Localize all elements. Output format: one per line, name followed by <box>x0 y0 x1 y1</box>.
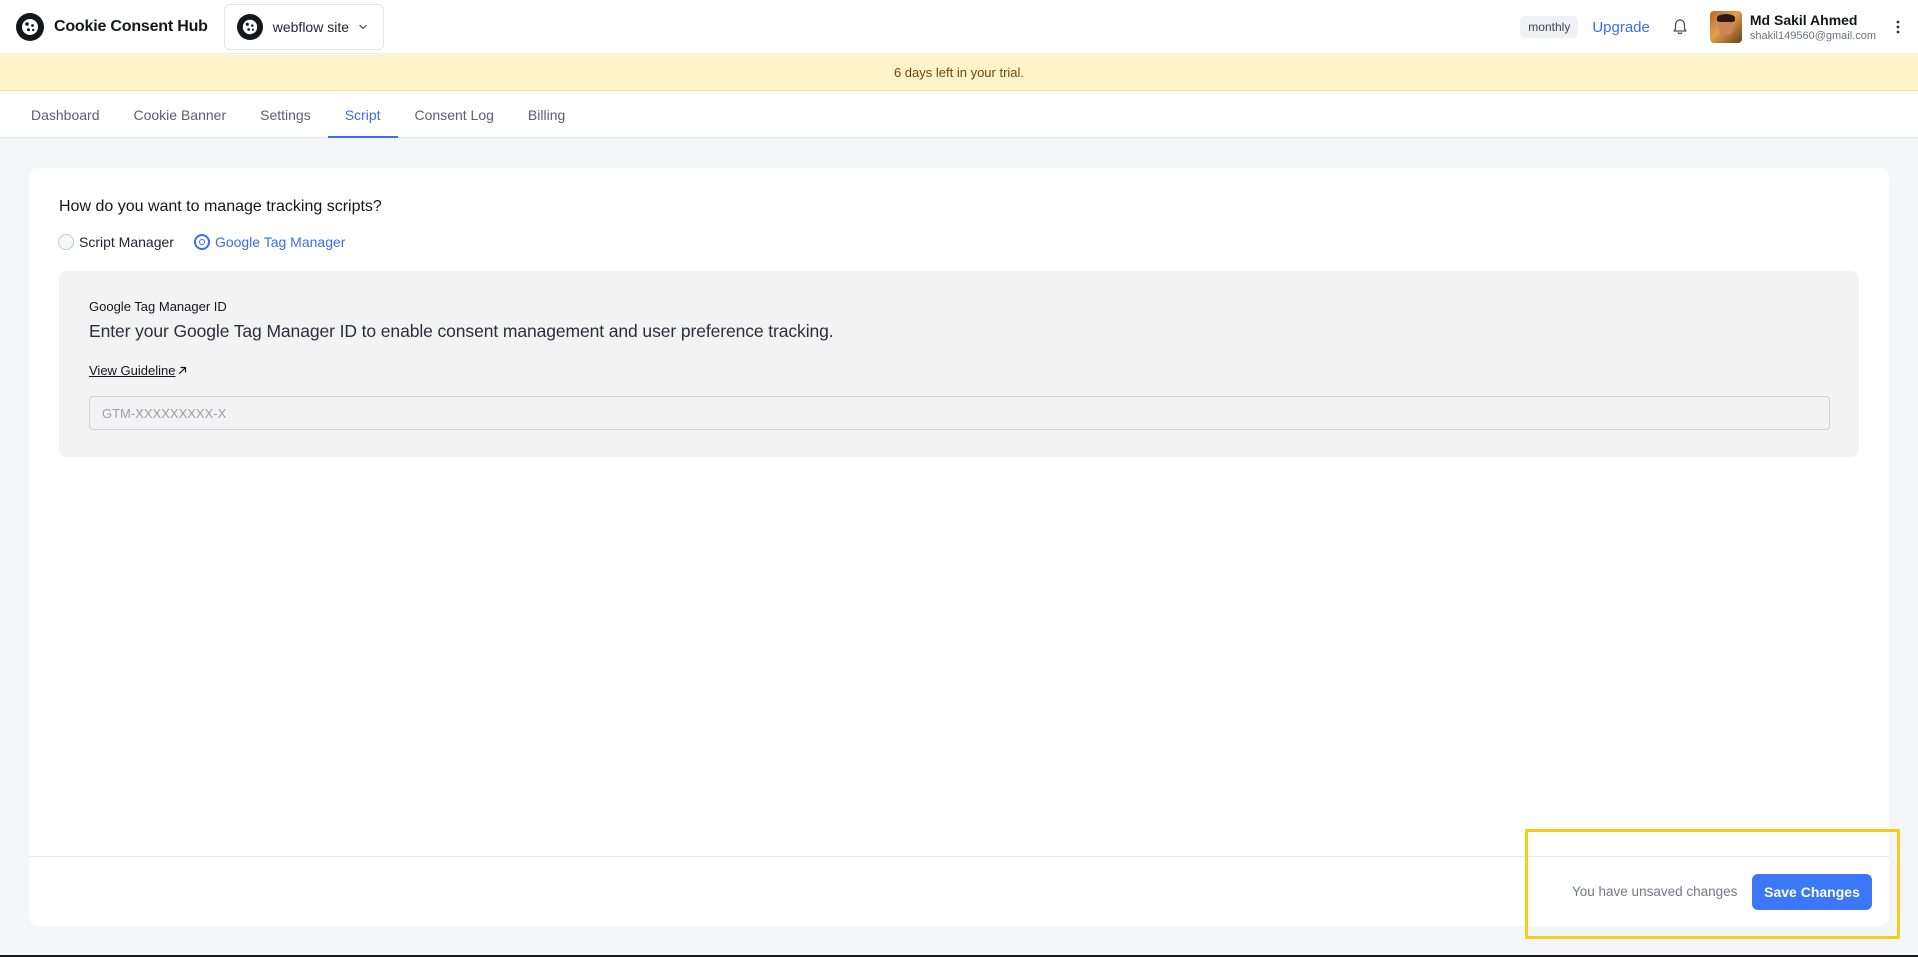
user-info[interactable]: Md Sakil Ahmed shakil149560@gmail.com <box>1750 12 1876 43</box>
gtm-description: Enter your Google Tag Manager ID to enab… <box>89 321 834 341</box>
brand[interactable]: Cookie Consent Hub <box>16 12 208 41</box>
footer-divider <box>29 856 1889 857</box>
option-google-tag-manager[interactable]: Google Tag Manager <box>193 234 346 250</box>
external-link-icon <box>178 364 187 378</box>
avatar[interactable] <box>1709 11 1742 43</box>
upgrade-link[interactable]: Upgrade <box>1592 19 1650 36</box>
cookie-logo-icon <box>16 12 44 41</box>
script-method-radio-group: Script Manager Google Tag Manager <box>58 234 365 250</box>
radio-label-google-tag-manager: Google Tag Manager <box>214 234 346 250</box>
radio-label-script-manager: Script Manager <box>79 234 174 250</box>
tab-cookie-banner[interactable]: Cookie Banner <box>117 92 244 137</box>
tab-dashboard[interactable]: Dashboard <box>14 92 117 137</box>
main-tabs: Dashboard Cookie Banner Settings Script … <box>0 92 1918 138</box>
radio-google-tag-manager[interactable] <box>193 234 210 250</box>
unsaved-changes-text: You have unsaved changes <box>1572 884 1738 899</box>
tab-settings[interactable]: Settings <box>243 92 328 137</box>
kebab-menu-icon[interactable] <box>1888 15 1908 39</box>
script-settings-card: How do you want to manage tracking scrip… <box>29 168 1889 926</box>
trial-banner: 6 days left in your trial. <box>0 55 1918 91</box>
option-script-manager[interactable]: Script Manager <box>58 234 174 250</box>
view-guideline-label: View Guideline <box>89 363 176 378</box>
chevron-down-icon <box>357 21 369 33</box>
top-header: Cookie Consent Hub webflow site monthly … <box>0 0 1918 54</box>
plan-badge: monthly <box>1520 16 1579 38</box>
gtm-panel: Google Tag Manager ID Enter your Google … <box>59 271 1859 457</box>
brand-name: Cookie Consent Hub <box>54 17 208 35</box>
radio-script-manager[interactable] <box>58 234 74 250</box>
view-guideline-link[interactable]: View Guideline <box>89 363 187 378</box>
bell-icon[interactable] <box>1672 17 1690 37</box>
site-name: webflow site <box>272 18 350 35</box>
site-cookie-icon <box>236 13 263 40</box>
tab-consent-log[interactable]: Consent Log <box>398 92 511 137</box>
user-name: Md Sakil Ahmed <box>1749 11 1858 28</box>
user-email: shakil149560@gmail.com <box>1749 29 1876 42</box>
tab-script[interactable]: Script <box>327 92 398 138</box>
site-selector[interactable]: webflow site <box>223 3 385 50</box>
header-actions: monthly Upgrade Md Sakil Ahmed shakil149… <box>1520 0 1918 54</box>
gtm-id-title: Google Tag Manager ID <box>89 299 227 314</box>
save-changes-button[interactable]: Save Changes <box>1752 874 1872 910</box>
gtm-id-input[interactable] <box>89 396 1830 430</box>
trial-text: 6 days left in your trial. <box>893 65 1025 80</box>
tab-billing[interactable]: Billing <box>511 92 582 137</box>
script-management-question: How do you want to manage tracking scrip… <box>59 198 382 215</box>
avatar-hair <box>1716 14 1735 22</box>
